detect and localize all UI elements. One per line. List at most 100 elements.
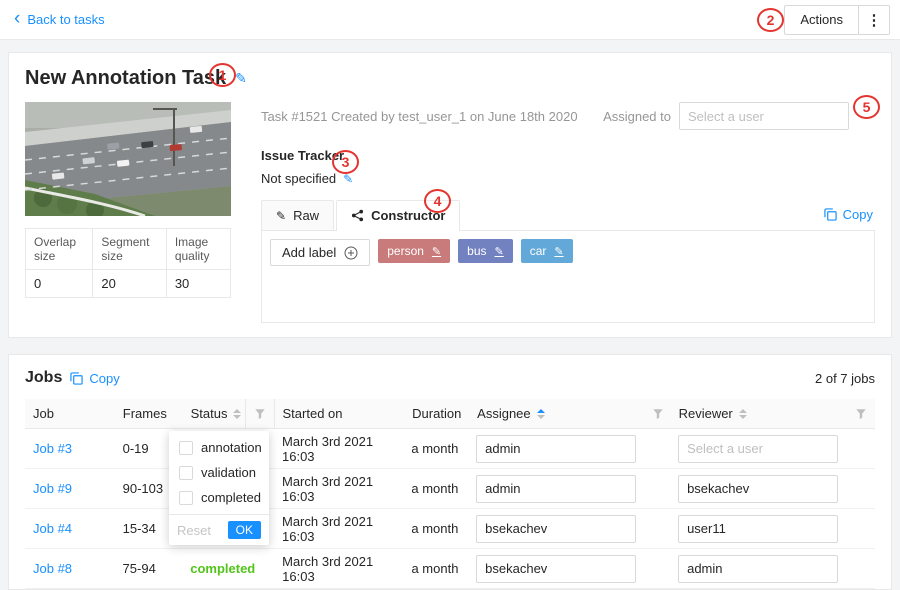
status-filter-button[interactable] (245, 399, 275, 428)
column-header-assignee[interactable]: Assignee (469, 399, 645, 428)
label-name: bus (467, 244, 486, 258)
task-assignee-select[interactable] (679, 102, 849, 130)
task-page: ‹ Back to tasks Actions ⋮ New Annotation… (0, 0, 900, 590)
annotation-circle-4: 4 (424, 189, 451, 213)
copy-icon (70, 372, 83, 385)
more-menu-button[interactable]: ⋮ (859, 6, 889, 34)
param-header-segment: Segment size (93, 229, 166, 270)
assignee-input[interactable] (476, 515, 636, 543)
filter-option-annotation[interactable]: annotation (169, 435, 269, 460)
task-thumbnail (25, 102, 231, 216)
assigned-to-label: Assigned to (603, 109, 671, 124)
add-label-button[interactable]: Add label (270, 239, 370, 266)
status-cell: completed ? (182, 561, 244, 576)
sort-carets-icon (537, 409, 545, 419)
table-row: Job #9 90-103 March 3rd 2021 16:03 a mon… (25, 469, 875, 509)
back-to-tasks-link[interactable]: ‹ Back to tasks (14, 12, 105, 28)
job-link[interactable]: Job #8 (33, 561, 72, 576)
filter-icon (254, 408, 266, 420)
task-info-column: Task #1521 Created by test_user_1 on Jun… (231, 102, 875, 323)
back-to-tasks-label: Back to tasks (27, 12, 104, 27)
task-preview-column: Overlap size Segment size Image quality … (25, 102, 231, 323)
reviewer-filter-button[interactable] (846, 399, 875, 428)
frames-cell: 75-94 (115, 561, 183, 576)
column-header-reviewer[interactable]: Reviewer (671, 399, 847, 428)
reviewer-input[interactable] (678, 475, 838, 503)
more-vertical-icon: ⋮ (867, 11, 882, 29)
label-chip-car[interactable]: car ✎ (521, 239, 573, 263)
param-value-quality: 30 (166, 270, 230, 298)
jobs-count: 2 of 7 jobs (815, 371, 875, 386)
completed-status-label: completed (190, 561, 255, 576)
assignee-column-label: Assignee (477, 406, 530, 421)
reviewer-input[interactable] (678, 555, 838, 583)
assignee-filter-button[interactable] (645, 399, 671, 428)
constructor-icon (351, 209, 364, 222)
filter-option-label: completed (201, 490, 261, 505)
assignee-input[interactable] (476, 475, 636, 503)
annotation-circle-1: 1 (209, 63, 236, 87)
copy-labels-button[interactable]: Copy (824, 207, 875, 230)
jobs-card: Jobs Copy 2 of 7 jobs Job Frames Status (8, 354, 892, 590)
plus-circle-icon (344, 246, 358, 260)
copy-jobs-label: Copy (89, 371, 119, 386)
job-link[interactable]: Job #4 (33, 521, 72, 536)
jobs-table-header: Job Frames Status Started on Duration As… (25, 399, 875, 429)
annotation-circle-2: 2 (757, 8, 784, 32)
actions-button-group: Actions ⋮ (784, 5, 890, 35)
param-header-quality: Image quality (166, 229, 230, 270)
filter-icon (855, 408, 867, 420)
checkbox[interactable] (179, 441, 193, 455)
labels-tabs: ✎ Raw Constructor (261, 200, 875, 231)
task-meta: Task #1521 Created by test_user_1 on Jun… (261, 109, 578, 124)
param-value-segment: 20 (93, 270, 166, 298)
label-name: car (530, 244, 547, 258)
job-link[interactable]: Job #3 (33, 441, 72, 456)
jobs-title: Jobs (25, 369, 62, 387)
filter-icon (652, 408, 664, 420)
copy-icon (824, 208, 837, 221)
actions-button[interactable]: Actions (785, 6, 859, 34)
reviewer-column-label: Reviewer (679, 406, 733, 421)
sort-carets-icon (739, 409, 747, 419)
annotation-circle-5: 5 (853, 95, 880, 119)
job-link[interactable]: Job #9 (33, 481, 72, 496)
column-header-started: Started on (275, 399, 405, 428)
table-row: Job #3 0-19 March 3rd 2021 16:03 a month (25, 429, 875, 469)
checkbox[interactable] (179, 466, 193, 480)
table-row: Job #8 75-94 completed ? March 3rd 2021 … (25, 549, 875, 589)
started-cell: March 3rd 2021 16:03 (274, 434, 403, 464)
reviewer-input[interactable] (678, 435, 838, 463)
back-chevron-icon: ‹ (14, 9, 20, 28)
edit-label-icon[interactable]: ✎ (432, 245, 441, 258)
task-title: New Annotation Task (25, 67, 226, 90)
filter-option-label: validation (201, 465, 256, 480)
label-chip-person[interactable]: person ✎ (378, 239, 450, 263)
duration-cell: a month (403, 521, 468, 536)
column-header-status[interactable]: Status (183, 399, 245, 428)
labels-constructor-panel: Add label person ✎ bus ✎ car (261, 231, 875, 323)
edit-label-icon[interactable]: ✎ (554, 245, 563, 258)
started-cell: March 3rd 2021 16:03 (274, 554, 403, 584)
checkbox[interactable] (179, 491, 193, 505)
reviewer-input[interactable] (678, 515, 838, 543)
copy-jobs-button[interactable]: Copy (70, 371, 119, 386)
status-column-label: Status (191, 406, 228, 421)
reset-button[interactable]: Reset (177, 523, 211, 538)
assignee-input[interactable] (476, 435, 636, 463)
assignee-input[interactable] (476, 555, 636, 583)
tab-raw[interactable]: ✎ Raw (261, 200, 334, 230)
edit-task-name-icon[interactable]: ✎ (235, 70, 247, 87)
started-cell: March 3rd 2021 16:03 (274, 514, 403, 544)
param-header-overlap: Overlap size (26, 229, 93, 270)
filter-option-validation[interactable]: validation (169, 460, 269, 485)
column-header-frames: Frames (115, 399, 183, 428)
pencil-icon: ✎ (276, 209, 286, 223)
status-filter-dropdown: annotation validation completed Reset OK (169, 431, 269, 545)
edit-label-icon[interactable]: ✎ (495, 245, 504, 258)
duration-cell: a month (403, 441, 468, 456)
filter-option-completed[interactable]: completed (169, 485, 269, 510)
table-row: Job #4 15-34 March 3rd 2021 16:03 a mont… (25, 509, 875, 549)
label-chip-bus[interactable]: bus ✎ (458, 239, 513, 263)
ok-button[interactable]: OK (228, 521, 261, 539)
